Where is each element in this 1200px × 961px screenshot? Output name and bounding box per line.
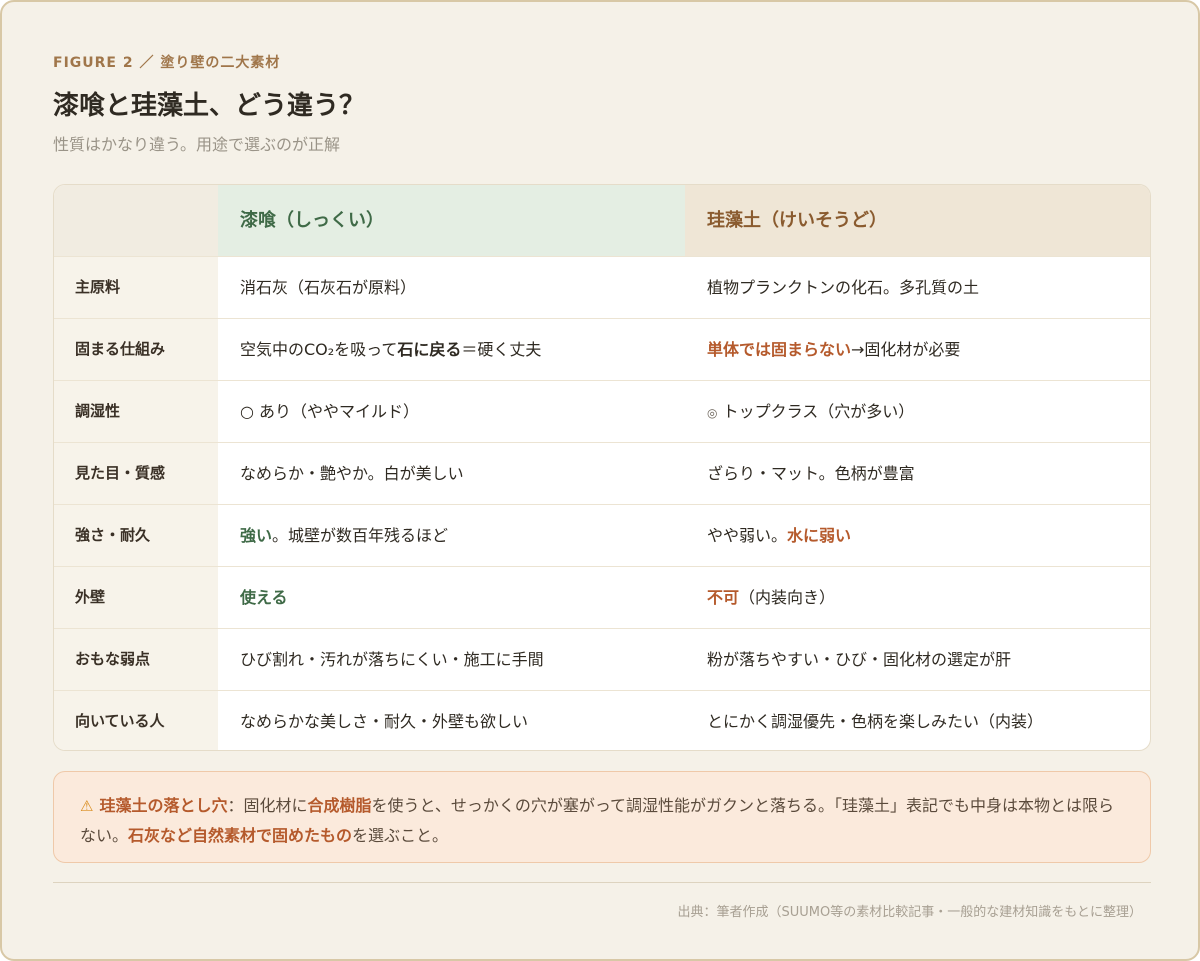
cell-shikkui: なめらか・艶やか。白が美しい	[218, 443, 685, 504]
page-subtitle: 性質はかなり違う。用途で選ぶのが正解	[53, 135, 341, 154]
row-label: 強さ・耐久	[54, 505, 218, 566]
cell-emphasis: 石に戻る	[397, 340, 462, 359]
table-row: 固まる仕組み 空気中のCO₂を吸って石に戻る＝硬く丈夫 単体では固まらない→固化…	[54, 318, 1150, 380]
cell-warning-text: 不可	[707, 588, 740, 607]
cell-text: ひび割れ・汚れが落ちにくい・施工に手間	[240, 650, 544, 669]
header-keisoudo: 珪藻土（けいそうど）	[685, 185, 1150, 256]
cell-text: ざらり・マット。色柄が豊富	[707, 464, 915, 483]
table-row: 見た目・質感 なめらか・艶やか。白が美しい ざらり・マット。色柄が豊富	[54, 442, 1150, 504]
warning-text: ：固化材に	[227, 796, 308, 815]
cell-shikkui: 使える	[218, 567, 685, 628]
cell-keisoudo: 単体では固まらない→固化材が必要	[685, 319, 1150, 380]
cell-shikkui: 空気中のCO₂を吸って石に戻る＝硬く丈夫	[218, 319, 685, 380]
page-title: 漆喰と珪藻土、どう違う？	[53, 91, 366, 121]
warning-callout: ⚠ 珪藻土の落とし穴：固化材に合成樹脂を使うと、せっかくの穴が塞がって調湿性能がガ…	[53, 771, 1151, 863]
cell-shikkui: ○ あり（ややマイルド）	[218, 381, 685, 442]
cell-keisoudo: ざらり・マット。色柄が豊富	[685, 443, 1150, 504]
cell-text: トップクラス（穴が多い）	[717, 402, 915, 421]
comparison-table: 漆喰（しっくい） 珪藻土（けいそうど） 主原料 消石灰（石灰石が原料） 植物プラ…	[53, 184, 1151, 751]
cell-positive-text: 使える	[240, 588, 288, 607]
table-header: 漆喰（しっくい） 珪藻土（けいそうど）	[54, 185, 1150, 256]
source-note: 出典：筆者作成（SUUMO等の素材比較記事・一般的な建材知識をもとに整理）	[677, 905, 1142, 920]
cell-shikkui: 消石灰（石灰石が原料）	[218, 257, 685, 318]
header-shikkui: 漆喰（しっくい）	[218, 185, 685, 256]
table-row: 外壁 使える 不可（内装向き）	[54, 566, 1150, 628]
row-label: おもな弱点	[54, 629, 218, 690]
cell-warning-text: 単体では固まらない	[707, 340, 852, 359]
row-label: 固まる仕組み	[54, 319, 218, 380]
cell-shikkui: ひび割れ・汚れが落ちにくい・施工に手間	[218, 629, 685, 690]
cell-text: ○ あり（ややマイルド）	[240, 402, 420, 421]
row-label: 調湿性	[54, 381, 218, 442]
row-label: 主原料	[54, 257, 218, 318]
cell-warning-text: 水に弱い	[787, 526, 852, 545]
table-row: おもな弱点 ひび割れ・汚れが落ちにくい・施工に手間 粉が落ちやすい・ひび・固化材…	[54, 628, 1150, 690]
cell-text: なめらか・艶やか。白が美しい	[240, 464, 464, 483]
cell-text: 空気中のCO₂を吸って	[240, 340, 398, 359]
cell-text: 植物プランクトンの化石。多孔質の土	[707, 278, 980, 297]
row-label: 見た目・質感	[54, 443, 218, 504]
cell-keisoudo: やや弱い。水に弱い	[685, 505, 1150, 566]
double-circle-icon: ◎	[707, 406, 718, 420]
warning-heading: 珪藻土の落とし穴	[99, 796, 228, 815]
row-label: 外壁	[54, 567, 218, 628]
table-row: 向いている人 なめらかな美しさ・耐久・外壁も欲しい とにかく調湿優先・色柄を楽し…	[54, 690, 1150, 750]
cell-text: （内装向き）	[739, 588, 836, 607]
cell-shikkui: なめらかな美しさ・耐久・外壁も欲しい	[218, 691, 685, 750]
table-row: 調湿性 ○ あり（ややマイルド） ◎ トップクラス（穴が多い）	[54, 380, 1150, 442]
cell-keisoudo: 植物プランクトンの化石。多孔質の土	[685, 257, 1150, 318]
cell-text: ＝硬く丈夫	[461, 340, 542, 359]
cell-text: なめらかな美しさ・耐久・外壁も欲しい	[240, 712, 529, 731]
warning-text: を選ぶこと。	[352, 826, 449, 845]
divider	[53, 882, 1151, 883]
cell-keisoudo: 粉が落ちやすい・ひび・固化材の選定が肝	[685, 629, 1150, 690]
warning-emphasis: 合成樹脂	[307, 796, 372, 815]
figure-label: FIGURE 2 ／ 塗り壁の二大素材	[53, 55, 281, 71]
warning-emphasis: 石灰など自然素材で固めたもの	[128, 826, 353, 845]
figure-card: FIGURE 2 ／ 塗り壁の二大素材 漆喰と珪藻土、どう違う？ 性質はかなり違…	[0, 0, 1200, 961]
cell-positive-text: 強い	[240, 526, 273, 545]
cell-text: 消石灰（石灰石が原料）	[240, 278, 417, 297]
cell-text: →固化材が必要	[851, 340, 961, 359]
cell-keisoudo: とにかく調湿優先・色柄を楽しみたい（内装）	[685, 691, 1150, 750]
cell-keisoudo: ◎ トップクラス（穴が多い）	[685, 381, 1150, 442]
warning-icon: ⚠	[80, 797, 94, 815]
table-row: 主原料 消石灰（石灰石が原料） 植物プランクトンの化石。多孔質の土	[54, 256, 1150, 318]
cell-keisoudo: 不可（内装向き）	[685, 567, 1150, 628]
table-row: 強さ・耐久 強い。城壁が数百年残るほど やや弱い。水に弱い	[54, 504, 1150, 566]
cell-text: 粉が落ちやすい・ひび・固化材の選定が肝	[707, 650, 1012, 669]
cell-shikkui: 強い。城壁が数百年残るほど	[218, 505, 685, 566]
cell-text: とにかく調湿優先・色柄を楽しみたい（内装）	[707, 712, 1044, 731]
cell-text: やや弱い。	[707, 526, 788, 545]
row-label: 向いている人	[54, 691, 218, 750]
cell-text: 。城壁が数百年残るほど	[272, 526, 449, 545]
